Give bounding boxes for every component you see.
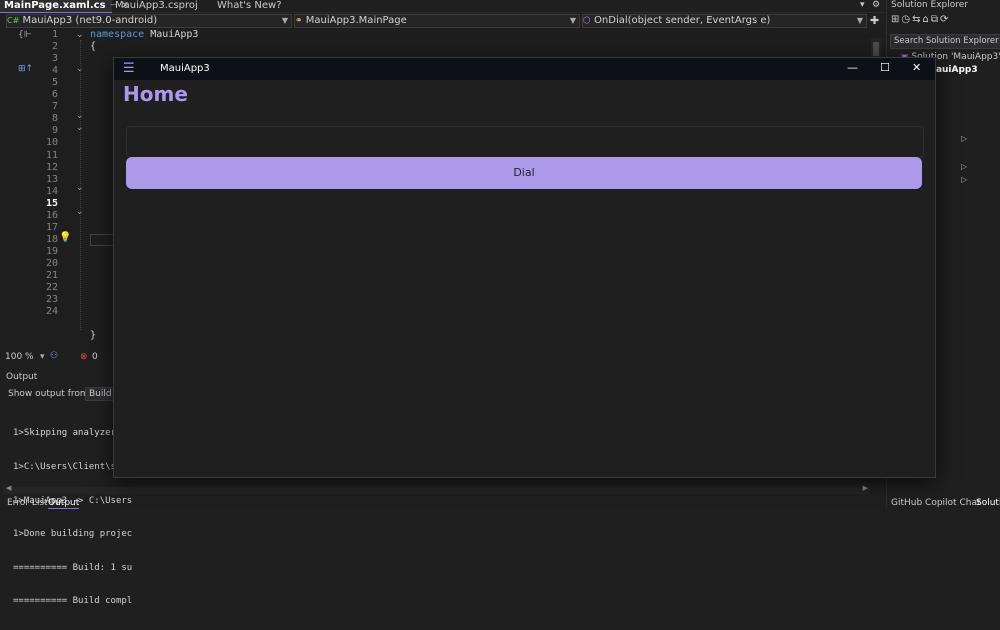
code-line-1: namespace MauiApp3 — [90, 29, 199, 40]
health-icon[interactable]: ⚇ — [50, 351, 58, 361]
solution-bottom-tabs: GitHub Copilot Chat Soluti — [887, 497, 1000, 508]
error-count[interactable]: 0 — [92, 352, 98, 362]
sync-icon[interactable]: ⊞ — [891, 14, 901, 25]
member-dropdown[interactable]: ⬡ OnDial(object sender, EventArgs e) ▼ — [582, 14, 867, 28]
tab-copilot-chat[interactable]: GitHub Copilot Chat — [891, 498, 980, 508]
line-number: 18 — [45, 233, 58, 245]
tab-mainpage-xaml-cs[interactable]: MainPage.xaml.cs ⊣ ✕ — [0, 0, 129, 14]
document-tab-bar: MainPage.xaml.cs ⊣ ✕ MauiApp3.csproj What'… — [0, 0, 885, 14]
expand-caret-icon[interactable]: ▷ — [961, 175, 967, 184]
class-icon: ⚭ — [295, 16, 303, 26]
tab-csproj[interactable]: MauiApp3.csproj — [115, 0, 205, 12]
code-line-2: { — [90, 41, 97, 52]
app-window-title: MauiApp3 — [160, 63, 210, 74]
chevron-down-icon: ▼ — [281, 16, 288, 25]
cs-project-icon: C# — [7, 16, 20, 25]
codelens-braces-icon[interactable]: {⊩ — [18, 30, 32, 40]
expand-caret-icon[interactable]: ▷ — [961, 162, 967, 171]
bottom-tab-bar: Error List Output — [0, 498, 885, 509]
line-number: 3 — [51, 53, 58, 65]
tab-label: MauiApp3.csproj — [115, 0, 198, 11]
line-number: 21 — [45, 270, 58, 281]
log-line: 1>Done building projec — [13, 529, 133, 540]
maximize-icon[interactable]: ☐ — [880, 61, 890, 74]
line-number: 10 — [45, 137, 58, 149]
line-number: 17 — [45, 221, 58, 233]
settings-icon[interactable]: ⚙ — [872, 0, 880, 10]
line-number: 24 — [45, 306, 58, 318]
solution-search-input[interactable]: Search Solution Explorer (Ct — [890, 34, 1000, 49]
switch-views-icon[interactable]: ⇆ — [912, 14, 922, 25]
project-dropdown[interactable]: C# MauiApp3 (net9.0-android) ▼ — [6, 14, 292, 28]
expand-caret-icon[interactable]: ▷ — [961, 134, 967, 143]
show-output-from-label: Show output from: — [8, 389, 92, 399]
scroll-left-icon[interactable]: ◀ — [6, 484, 11, 492]
line-number: 14 — [45, 185, 58, 197]
references-icon[interactable]: ⊞↑ — [18, 64, 33, 74]
line-number: 2 — [51, 41, 58, 53]
navigation-bar: C# MauiApp3 (net9.0-android) ▼ ⚭ MauiApp… — [0, 13, 885, 28]
zoom-dropdown-icon[interactable]: ▾ — [40, 352, 45, 362]
method-icon: ⬡ — [583, 16, 591, 26]
line-number: 7 — [51, 101, 58, 113]
member-dropdown-label: OnDial(object sender, EventArgs e) — [594, 15, 771, 26]
minimize-icon[interactable]: — — [847, 61, 858, 74]
line-number: 13 — [45, 173, 58, 185]
scrollbar-thumb[interactable] — [873, 42, 879, 56]
tab-label: What's New? — [217, 0, 282, 11]
close-window-icon[interactable]: ✕ — [912, 61, 921, 74]
hamburger-menu-icon[interactable]: ☰ — [123, 61, 135, 76]
tab-label: MainPage.xaml.cs — [4, 0, 106, 11]
tab-output[interactable]: Output — [48, 498, 80, 509]
phone-number-entry[interactable] — [126, 126, 924, 158]
line-number: 11 — [45, 149, 58, 161]
split-editor-icon[interactable]: ✚ — [870, 14, 879, 27]
zoom-level[interactable]: 100 % — [5, 352, 34, 362]
project-dropdown-label: MauiApp3 (net9.0-android) — [22, 15, 158, 26]
solution-explorer-title: Solution Explorer — [891, 0, 968, 10]
dial-button[interactable]: Dial — [126, 157, 922, 189]
maui-app-window: ☰ MauiApp3 — ☐ ✕ Home Dial — [113, 57, 936, 478]
class-dropdown[interactable]: ⚭ MauiApp3.MainPage ▼ — [294, 14, 580, 28]
line-number: 1 — [51, 29, 58, 40]
solution-explorer-toolbar: ⊞◷⇆⌂⧉⟳ — [891, 14, 950, 25]
lightbulb-icon[interactable]: 💡 — [59, 232, 71, 243]
line-number: 23 — [45, 294, 58, 306]
show-all-icon[interactable]: ⧉ — [931, 14, 940, 25]
error-icon[interactable]: ⊗ — [80, 352, 88, 362]
line-number: 4 — [51, 65, 58, 77]
chevron-down-icon: ▼ — [569, 16, 576, 25]
log-line: ========== Build: 1 su — [13, 562, 133, 573]
code-line-23: } — [90, 330, 97, 341]
line-number: 5 — [51, 77, 58, 89]
collapse-icon[interactable]: ⌂ — [923, 14, 931, 25]
line-number: 20 — [45, 257, 58, 269]
line-number: 19 — [45, 245, 58, 257]
tab-error-list[interactable]: Error List — [7, 498, 48, 508]
line-number: 8 — [51, 113, 58, 125]
tab-overflow-dropdown-icon[interactable]: ▾ — [860, 0, 865, 10]
tab-whats-new[interactable]: What's New? — [217, 0, 297, 12]
line-number: 22 — [45, 282, 58, 294]
indent-guide — [80, 40, 82, 330]
line-number: 9 — [51, 125, 58, 137]
refresh-icon[interactable]: ⟳ — [940, 14, 950, 25]
page-title: Home — [123, 82, 188, 106]
chevron-down-icon: ▼ — [856, 16, 863, 25]
output-title: Output — [6, 372, 38, 382]
tab-solution-explorer[interactable]: Soluti — [976, 498, 1000, 508]
line-number: 12 — [45, 161, 58, 173]
output-horizontal-scrollbar[interactable]: ◀ ▶ — [4, 484, 870, 494]
line-number: 16 — [45, 209, 58, 221]
history-icon[interactable]: ◷ — [901, 14, 912, 25]
class-dropdown-label: MauiApp3.MainPage — [305, 15, 407, 26]
fold-toggle-icon[interactable]: ⌄ — [76, 30, 84, 40]
app-title-bar: ☰ MauiApp3 — ☐ ✕ — [114, 58, 935, 80]
line-number: 15 — [45, 197, 58, 209]
log-line: ========== Build compl — [13, 596, 133, 607]
line-number: 6 — [51, 89, 58, 101]
scroll-right-icon[interactable]: ▶ — [863, 484, 868, 492]
